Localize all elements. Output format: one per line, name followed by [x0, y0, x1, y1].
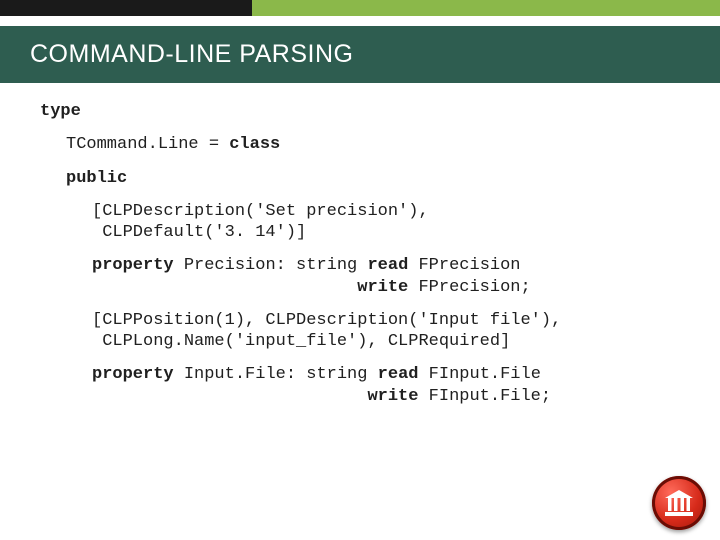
prop-inputfile-mid: Input.File: string	[174, 365, 378, 384]
kw-property-2: property	[92, 365, 174, 384]
code-block: type TCommand.Line = class public [CLPDe…	[0, 83, 720, 407]
prop-precision-mid: Precision: string	[174, 256, 368, 275]
decl-class-name: TCommand.Line =	[66, 135, 229, 154]
attr-precision: [CLPDescription('Set precision'), CLPDef…	[92, 202, 429, 242]
slide-title: COMMAND-LINE PARSING	[30, 40, 690, 69]
kw-read-1: read	[367, 256, 408, 275]
accent-bars	[0, 0, 720, 16]
title-bar: COMMAND-LINE PARSING	[0, 26, 720, 83]
kw-public: public	[66, 169, 127, 188]
kw-type: type	[40, 102, 81, 121]
accent-bar-green	[252, 0, 720, 16]
building-icon	[664, 489, 694, 517]
kw-read-2: read	[378, 365, 419, 384]
kw-write-1: write	[357, 278, 408, 297]
kw-class: class	[229, 135, 280, 154]
prop-precision-end: FPrecision;	[408, 278, 530, 297]
attr-inputfile: [CLPPosition(1), CLPDescription('Input f…	[92, 311, 561, 351]
kw-property-1: property	[92, 256, 174, 275]
prop-inputfile-end: FInput.File;	[418, 387, 551, 406]
kw-write-2: write	[367, 387, 418, 406]
badge-icon	[652, 476, 706, 530]
accent-bar-dark	[0, 0, 252, 16]
